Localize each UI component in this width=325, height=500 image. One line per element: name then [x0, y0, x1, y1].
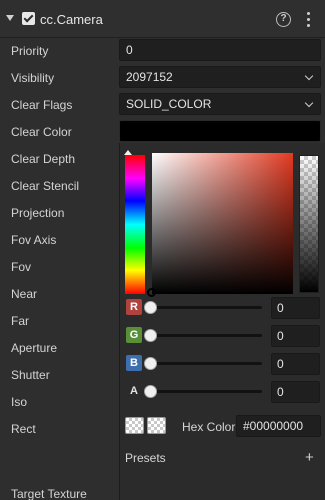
channel-a-track[interactable]: [152, 390, 262, 393]
saturation-value-handle[interactable]: [147, 288, 156, 297]
more-menu-icon[interactable]: [307, 12, 311, 28]
component-header: cc.Camera ?: [0, 0, 325, 38]
hex-color-input[interactable]: #00000000: [236, 415, 321, 437]
channel-r-track[interactable]: [152, 306, 262, 309]
channel-g-knob[interactable]: [144, 329, 157, 342]
component-title: cc.Camera: [40, 12, 103, 27]
visibility-select[interactable]: 2097152: [119, 66, 321, 88]
enable-checkbox[interactable]: [22, 12, 35, 25]
channel-r-knob[interactable]: [144, 301, 157, 314]
channel-g-badge: G: [126, 327, 142, 343]
label-target-texture: Target Texture: [11, 487, 87, 500]
collapse-chevron-icon[interactable]: [6, 15, 14, 21]
saturation-value-area[interactable]: [152, 153, 293, 294]
label-clear-stencil: Clear Stencil: [11, 179, 80, 193]
label-shutter: Shutter: [11, 368, 50, 382]
channel-g-input[interactable]: 0: [271, 325, 320, 347]
clear-flags-value: SOLID_COLOR: [126, 97, 212, 111]
channel-g-track[interactable]: [152, 334, 262, 337]
hue-slider[interactable]: [125, 155, 145, 294]
priority-input[interactable]: 0: [119, 39, 321, 61]
channel-a-input[interactable]: 0: [271, 381, 320, 403]
clear-flags-select[interactable]: SOLID_COLOR: [119, 93, 321, 115]
label-rect: Rect: [11, 422, 36, 436]
channel-r-input[interactable]: 0: [271, 297, 320, 319]
visibility-value: 2097152: [126, 70, 173, 84]
label-visibility: Visibility: [11, 71, 55, 85]
hex-color-label: Hex Color: [182, 420, 236, 434]
clear-color-swatch[interactable]: [119, 120, 321, 142]
original-color-swatch[interactable]: [125, 417, 144, 434]
label-iso: Iso: [11, 395, 28, 409]
alpha-slider[interactable]: [299, 155, 319, 293]
label-aperture: Aperture: [11, 341, 58, 355]
label-priority: Priority: [11, 44, 49, 58]
channel-a-label: A: [130, 385, 138, 397]
label-far: Far: [11, 314, 29, 328]
channel-b-knob[interactable]: [144, 357, 157, 370]
label-clear-color: Clear Color: [11, 125, 72, 139]
channel-b-track[interactable]: [152, 362, 262, 365]
channel-b-input[interactable]: 0: [271, 353, 320, 375]
label-fov: Fov: [11, 260, 32, 274]
label-clear-depth: Clear Depth: [11, 152, 76, 166]
channel-a-knob[interactable]: [144, 385, 157, 398]
help-icon[interactable]: ?: [276, 12, 291, 27]
label-clear-flags: Clear Flags: [11, 98, 73, 112]
label-near: Near: [11, 287, 38, 301]
label-fov-axis: Fov Axis: [11, 233, 57, 247]
label-projection: Projection: [11, 206, 65, 220]
new-color-swatch[interactable]: [147, 417, 166, 434]
channel-b-badge: B: [126, 355, 142, 371]
channel-r-badge: R: [126, 299, 142, 315]
dropdown-caret-icon: [304, 71, 314, 81]
presets-label: Presets: [125, 451, 166, 465]
add-preset-icon[interactable]: +: [305, 449, 314, 466]
dropdown-caret-icon: [304, 98, 314, 108]
